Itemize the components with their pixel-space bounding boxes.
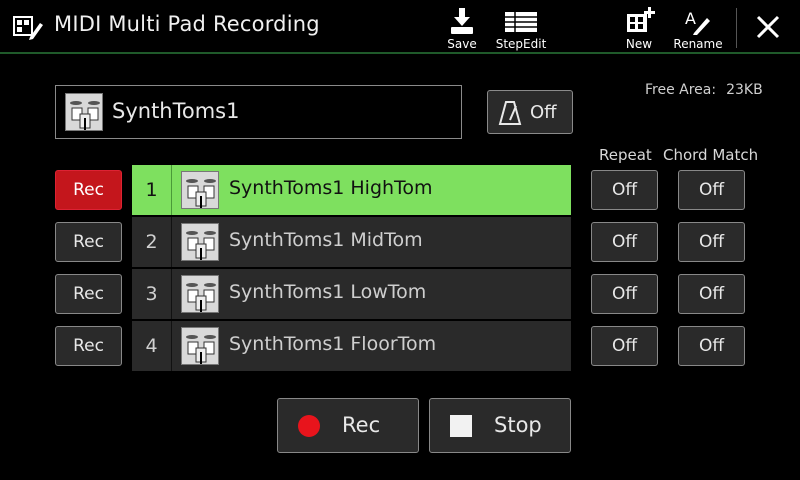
free-area-info: Free Area: 23KB bbox=[645, 82, 763, 98]
repeat-toggle[interactable]: Off bbox=[591, 326, 658, 366]
step-edit-label: StepEdit bbox=[495, 37, 547, 51]
pad-number: 3 bbox=[132, 269, 172, 319]
pad-row[interactable]: 4 SynthToms1 FloorTom bbox=[132, 321, 571, 371]
pad-name: SynthToms1 LowTom bbox=[229, 281, 427, 303]
save-icon bbox=[451, 8, 473, 34]
save-button[interactable]: Save bbox=[441, 4, 483, 52]
close-icon[interactable] bbox=[752, 10, 784, 44]
chord-match-column-header: Chord Match bbox=[663, 146, 759, 164]
step-edit-button[interactable]: StepEdit bbox=[492, 4, 550, 52]
pad-row[interactable]: 3 SynthToms1 LowTom bbox=[132, 269, 571, 319]
multipad-edit-icon bbox=[13, 16, 43, 40]
pad-name: SynthToms1 FloorTom bbox=[229, 333, 437, 355]
pad-row[interactable]: 2 SynthToms1 MidTom bbox=[132, 217, 571, 267]
step-edit-icon bbox=[505, 12, 537, 32]
chord-match-toggle[interactable]: Off bbox=[678, 326, 745, 366]
pad-row[interactable]: 1 SynthToms1 HighTom bbox=[132, 165, 571, 215]
pad-rec-button[interactable]: Rec bbox=[55, 170, 122, 210]
pad-name: SynthToms1 MidTom bbox=[229, 229, 423, 251]
new-label: New bbox=[625, 37, 653, 51]
drum-kit-icon bbox=[181, 327, 219, 365]
new-icon bbox=[627, 7, 655, 32]
stop-label: Stop bbox=[494, 413, 542, 437]
new-button[interactable]: New bbox=[618, 4, 660, 52]
chord-match-toggle[interactable]: Off bbox=[678, 274, 745, 314]
drum-kit-icon bbox=[181, 171, 219, 209]
title-bar: MIDI Multi Pad Recording Save StepEdit N… bbox=[0, 0, 800, 54]
pad-name: SynthToms1 HighTom bbox=[229, 177, 433, 199]
stop-button[interactable]: Stop bbox=[429, 398, 571, 453]
bank-name-field[interactable]: SynthToms1 bbox=[55, 85, 462, 139]
pad-rec-button[interactable]: Rec bbox=[55, 274, 122, 314]
toolbar-divider bbox=[736, 8, 737, 48]
rename-icon: A bbox=[685, 9, 710, 35]
chord-match-toggle[interactable]: Off bbox=[678, 170, 745, 210]
repeat-toggle[interactable]: Off bbox=[591, 170, 658, 210]
drum-kit-icon bbox=[181, 223, 219, 261]
repeat-toggle[interactable]: Off bbox=[591, 222, 658, 262]
drum-kit-icon bbox=[65, 93, 103, 131]
pad-rec-button[interactable]: Rec bbox=[55, 222, 122, 262]
free-area-label: Free Area: bbox=[645, 82, 717, 98]
rec-transport-label: Rec bbox=[342, 413, 381, 437]
metronome-label: Off bbox=[530, 102, 557, 123]
save-label: Save bbox=[447, 37, 477, 51]
stop-icon bbox=[450, 415, 472, 437]
rename-label: Rename bbox=[673, 37, 723, 51]
pad-rec-button[interactable]: Rec bbox=[55, 326, 122, 366]
drum-kit-icon bbox=[181, 275, 219, 313]
metronome-button[interactable]: Off bbox=[487, 90, 573, 134]
svg-text:A: A bbox=[685, 9, 696, 28]
pad-number: 4 bbox=[132, 321, 172, 371]
rename-button[interactable]: A Rename bbox=[670, 4, 726, 52]
chord-match-toggle[interactable]: Off bbox=[678, 222, 745, 262]
metronome-icon bbox=[498, 101, 522, 125]
free-area-value: 23KB bbox=[726, 82, 763, 98]
pad-number: 2 bbox=[132, 217, 172, 267]
repeat-column-header: Repeat bbox=[599, 146, 652, 164]
rec-transport-button[interactable]: Rec bbox=[277, 398, 419, 453]
record-icon bbox=[298, 415, 320, 437]
pad-number: 1 bbox=[132, 165, 172, 215]
repeat-toggle[interactable]: Off bbox=[591, 274, 658, 314]
page-title: MIDI Multi Pad Recording bbox=[54, 12, 320, 36]
bank-name: SynthToms1 bbox=[112, 99, 240, 123]
